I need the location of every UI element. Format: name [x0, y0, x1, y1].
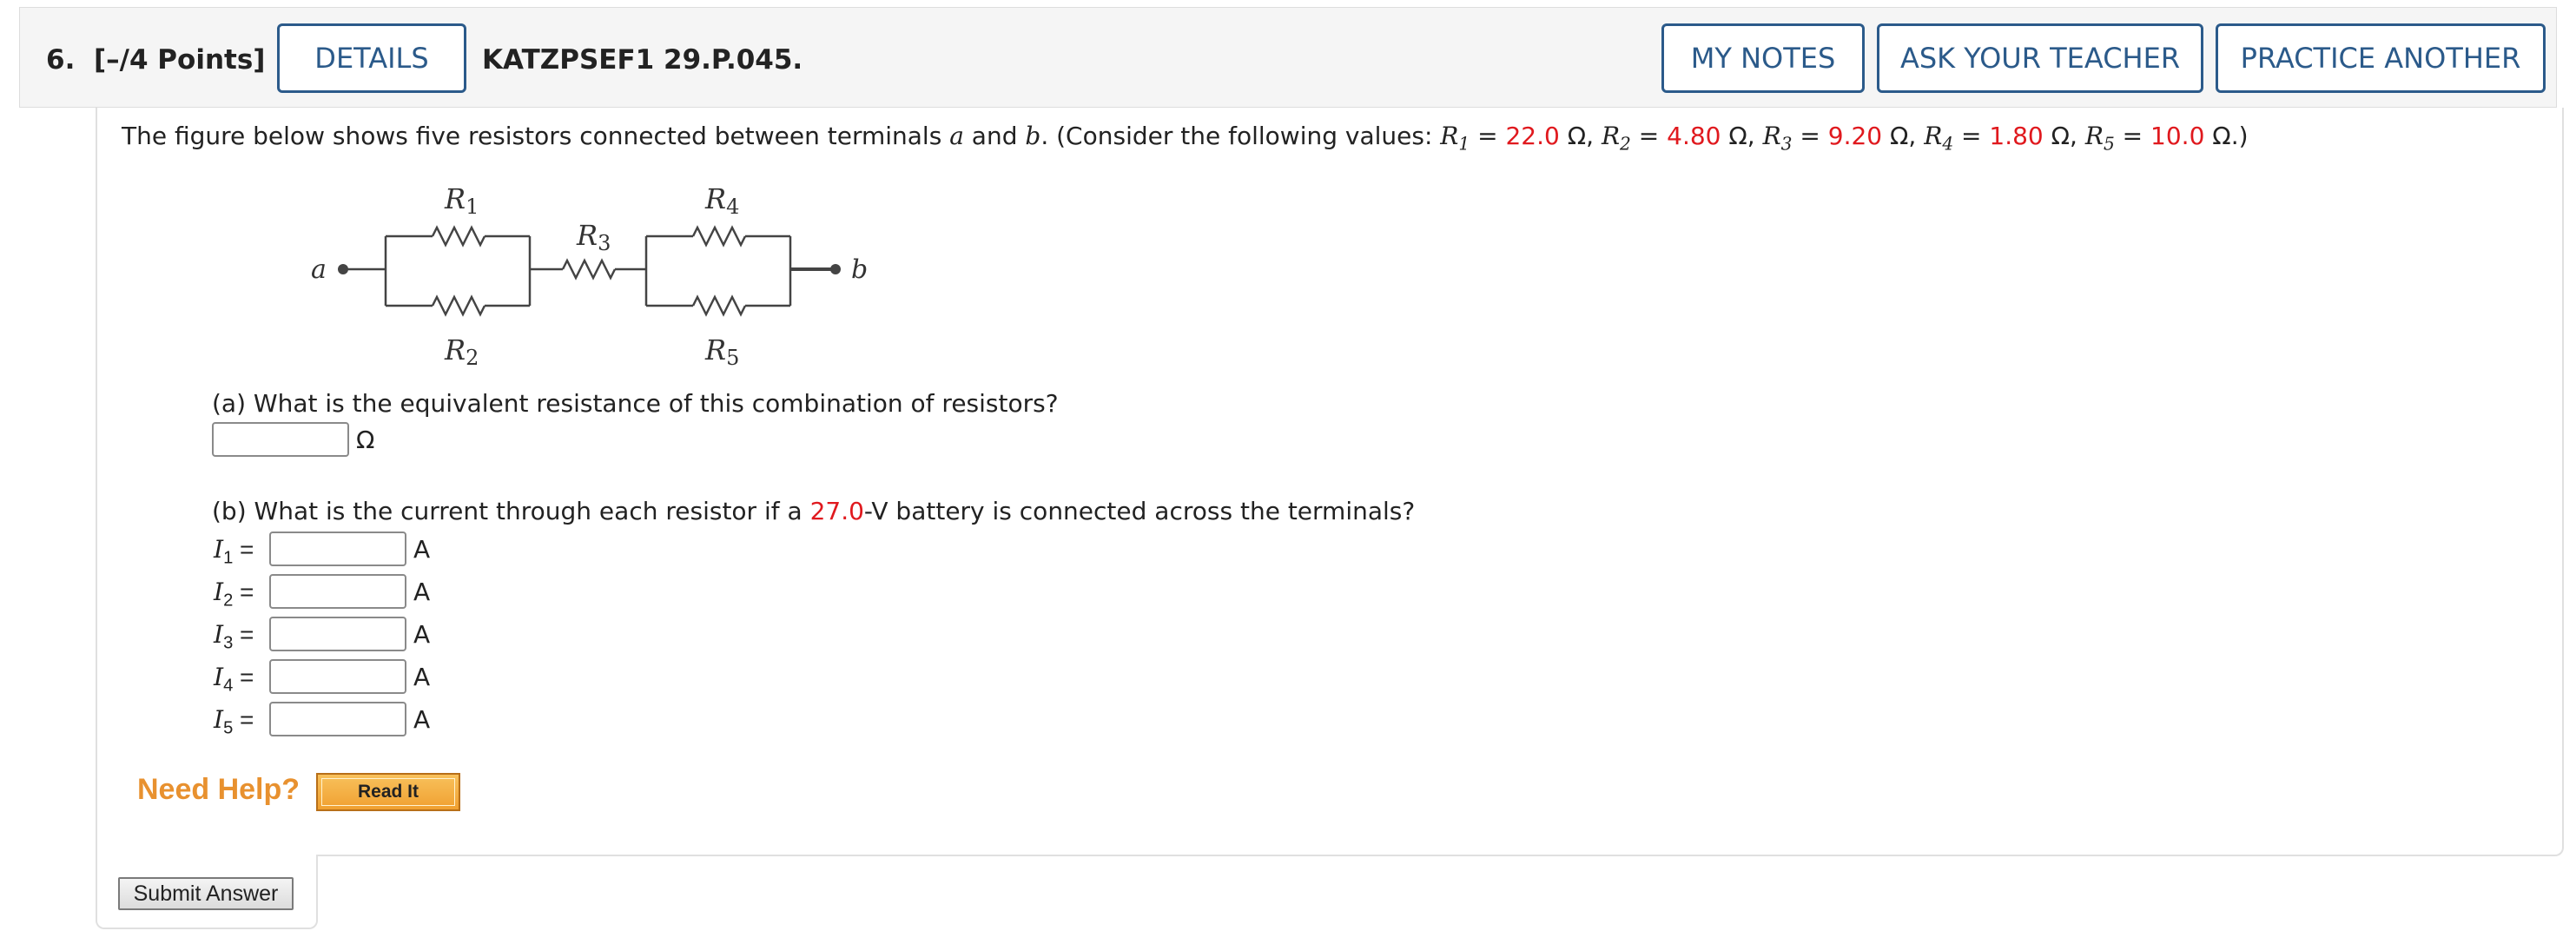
- current-label-i5: I5 =: [214, 705, 254, 738]
- equivalent-resistance-input[interactable]: [212, 422, 349, 457]
- ampere-unit: A: [413, 620, 431, 649]
- current-label-i3: I3 =: [214, 620, 254, 653]
- r4-label: R4: [704, 182, 739, 219]
- current-i1-input[interactable]: [269, 532, 406, 566]
- part-b-question: (b) What is the current through each res…: [212, 497, 1416, 525]
- current-i2-input[interactable]: [269, 574, 406, 609]
- question-header: 6. [–/4 Points] DETAILS KATZPSEF1 29.P.0…: [19, 7, 2557, 108]
- question-number: 6. [–/4 Points]: [46, 44, 266, 76]
- resistor-circuit-diagram: a b R1 R2 R3 R4 R5: [311, 182, 868, 370]
- ask-your-teacher-button[interactable]: ASK YOUR TEACHER: [1877, 23, 2203, 93]
- terminal-a-label: a: [311, 254, 327, 285]
- r5-label: R5: [704, 333, 739, 370]
- given-value-r5: R5 = 10.0 Ω: [2084, 122, 2231, 155]
- terminal-a-dot: [338, 264, 348, 274]
- need-help-label: Need Help?: [137, 773, 301, 806]
- given-value-r4: R4 = 1.80 Ω,: [1924, 122, 2085, 155]
- intro-text: The figure below shows five resistors co…: [122, 122, 2249, 155]
- read-it-button[interactable]: Read It: [316, 773, 460, 811]
- ampere-unit: A: [413, 705, 431, 734]
- ampere-unit: A: [413, 535, 431, 564]
- terminal-b-label: b: [851, 254, 868, 285]
- ohm-unit: Ω: [356, 426, 375, 454]
- current-i4-input[interactable]: [269, 659, 406, 694]
- current-label-i1: I1 =: [214, 535, 254, 568]
- details-button[interactable]: DETAILS: [277, 23, 466, 93]
- ampere-unit: A: [413, 663, 431, 691]
- given-value-r1: R1 = 22.0 Ω,: [1440, 122, 1602, 155]
- problem-code: KATZPSEF1 29.P.045.: [482, 44, 803, 76]
- r2-label: R2: [444, 333, 479, 370]
- part-a-question: (a) What is the equivalent resistance of…: [212, 389, 1059, 418]
- terminal-b-dot: [830, 264, 841, 274]
- current-i3-input[interactable]: [269, 617, 406, 651]
- current-label-i4: I4 =: [214, 663, 254, 696]
- current-label-i2: I2 =: [214, 578, 254, 611]
- my-notes-button[interactable]: MY NOTES: [1661, 23, 1865, 93]
- current-i5-input[interactable]: [269, 702, 406, 736]
- ampere-unit: A: [413, 578, 431, 606]
- r1-label: R1: [444, 182, 479, 219]
- given-value-r2: R2 = 4.80 Ω,: [1601, 122, 1763, 155]
- given-value-r3: R3 = 9.20 Ω,: [1762, 122, 1925, 155]
- r3-label: R3: [576, 219, 611, 255]
- submit-answer-button[interactable]: Submit Answer: [118, 877, 294, 910]
- given-values: R1 = 22.0 Ω, R2 = 4.80 Ω, R3 = 9.20 Ω, R…: [1440, 122, 2231, 155]
- practice-another-button[interactable]: PRACTICE ANOTHER: [2216, 23, 2546, 93]
